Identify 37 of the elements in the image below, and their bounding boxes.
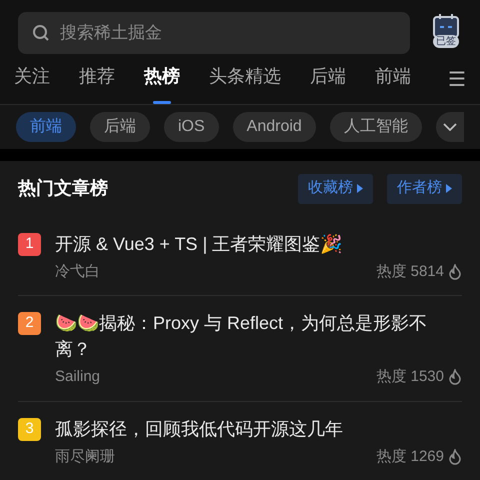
flame-icon xyxy=(448,369,462,386)
article-title[interactable]: 🍉🍉揭秘：Proxy 与 Reflect，为何总是形影不离？ xyxy=(55,310,462,362)
topic-chip[interactable]: 前端 xyxy=(16,112,76,142)
topic-chip[interactable]: Android xyxy=(232,112,316,142)
author-name[interactable]: 雨尽阑珊 xyxy=(55,446,115,468)
article-title[interactable]: 开源 & Vue3 + TS | 王者荣耀图鉴🎉 xyxy=(55,230,462,257)
category-tab[interactable]: 热榜 xyxy=(144,56,180,104)
search-icon xyxy=(32,24,50,42)
rank-badge: 2 xyxy=(18,312,41,336)
author-name[interactable]: 冷弋白 xyxy=(55,260,100,284)
rank-badge: 3 xyxy=(18,418,41,441)
topic-chip[interactable]: 人工智能 xyxy=(330,112,422,142)
article-title[interactable]: 孤影探径，回顾我低代码开源这几年 xyxy=(55,416,462,442)
category-tab[interactable]: 后端 xyxy=(310,56,346,104)
heat-count: 热度 1530 xyxy=(376,367,444,388)
heat-count: 热度 1269 xyxy=(376,446,444,467)
category-tab[interactable]: 推荐 xyxy=(79,56,115,104)
ranking-link[interactable]: 收藏榜 xyxy=(298,174,373,204)
category-tab[interactable]: 头条精选 xyxy=(209,56,281,104)
heat-count: 热度 5814 xyxy=(376,262,444,282)
menu-icon[interactable]: ☰ xyxy=(448,64,466,95)
rank-badge: 1 xyxy=(18,232,41,256)
checkin-button[interactable]: 已签 xyxy=(430,13,462,54)
caret-icon xyxy=(357,184,363,194)
panel-title: 热门文章榜 xyxy=(18,177,108,200)
flame-icon xyxy=(448,448,462,465)
category-tab[interactable]: 关注 xyxy=(14,56,50,104)
author-name[interactable]: Sailing xyxy=(55,366,100,389)
caret-icon xyxy=(446,184,452,194)
expand-button[interactable] xyxy=(436,112,464,142)
flame-icon xyxy=(448,264,462,280)
topic-chip[interactable]: 后端 xyxy=(90,112,150,142)
search-field[interactable]: 搜索稀土掘金 xyxy=(18,12,410,54)
topic-chip[interactable]: iOS xyxy=(164,112,219,142)
chevron-down-icon xyxy=(442,123,457,132)
category-tab[interactable]: 前端 xyxy=(375,56,411,104)
ranking-link[interactable]: 作者榜 xyxy=(387,174,462,204)
